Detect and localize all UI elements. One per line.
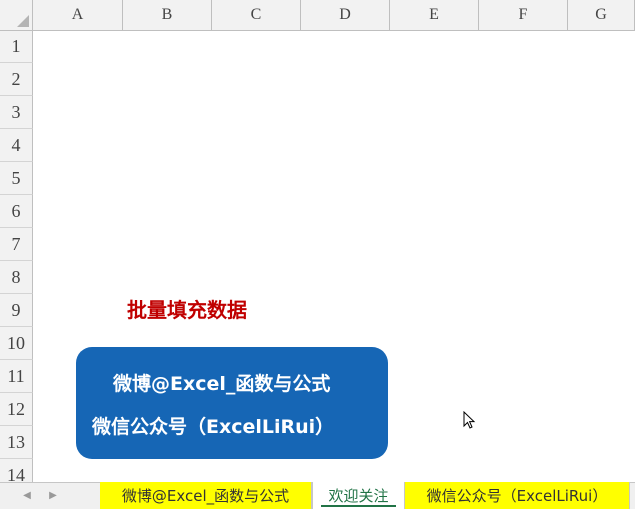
column-header-c[interactable]: C (212, 0, 301, 31)
mouse-pointer-icon (463, 411, 476, 429)
row-header-13[interactable]: 13 (0, 426, 33, 459)
info-card[interactable]: 微博@Excel_函数与公式 微信公众号（ExcelLiRui） (76, 347, 388, 459)
column-header-a[interactable]: A (33, 0, 123, 31)
row-header-8[interactable]: 8 (0, 261, 33, 294)
row-header-7[interactable]: 7 (0, 228, 33, 261)
column-header-d[interactable]: D (301, 0, 390, 31)
card-weibo-line: 微博@Excel_函数与公式 (113, 373, 331, 395)
column-header-e[interactable]: E (390, 0, 479, 31)
select-all-triangle-icon (17, 15, 29, 27)
triangle-left-icon[interactable]: ◀ (20, 488, 34, 502)
row-header-6[interactable]: 6 (0, 195, 33, 228)
select-all-corner[interactable] (0, 0, 33, 31)
sheet-title: 批量填充数据 (127, 298, 247, 322)
row-header-3[interactable]: 3 (0, 96, 33, 129)
row-header-5[interactable]: 5 (0, 162, 33, 195)
column-header-b[interactable]: B (123, 0, 212, 31)
row-header-12[interactable]: 12 (0, 393, 33, 426)
row-header-10[interactable]: 10 (0, 327, 33, 360)
row-header-4[interactable]: 4 (0, 129, 33, 162)
row-header-11[interactable]: 11 (0, 360, 33, 393)
row-header-14[interactable]: 14 (0, 459, 33, 482)
triangle-right-icon[interactable]: ▶ (46, 488, 60, 502)
row-header-2[interactable]: 2 (0, 63, 33, 96)
row-header-9[interactable]: 9 (0, 294, 33, 327)
column-header-f[interactable]: F (479, 0, 568, 31)
sheet-tab-weibo[interactable]: 微博@Excel_函数与公式 (100, 482, 312, 509)
sheet-tab-welcome[interactable]: 欢迎关注 (312, 482, 405, 509)
spreadsheet-grid: A B C D E F G 1 2 3 4 5 6 7 8 9 10 11 12… (0, 0, 635, 482)
column-header-g[interactable]: G (568, 0, 635, 31)
card-wechat-line: 微信公众号（ExcelLiRui） (92, 416, 335, 438)
sheet-tab-bar: ◀ ▶ 微博@Excel_函数与公式 欢迎关注 微信公众号（ExcelLiRui… (0, 482, 635, 509)
row-header-1[interactable]: 1 (0, 31, 33, 63)
sheet-tab-wechat[interactable]: 微信公众号（ExcelLiRui） (405, 482, 630, 509)
